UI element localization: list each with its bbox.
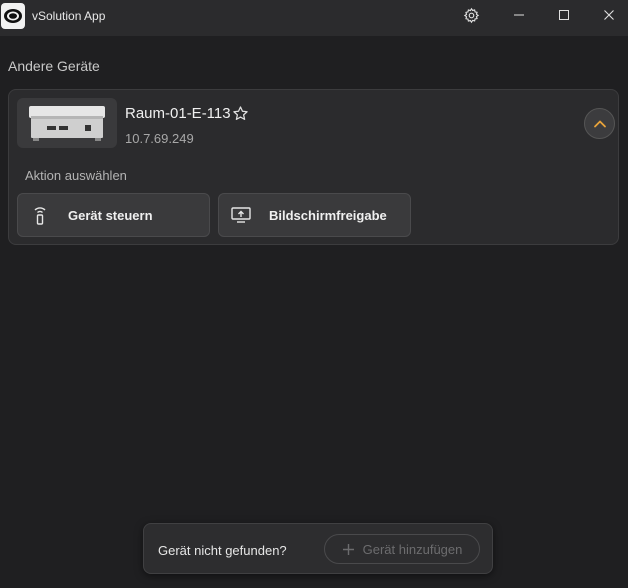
minimize-button[interactable] (497, 0, 541, 30)
gear-icon (463, 7, 479, 23)
star-outline-icon (232, 105, 248, 120)
screen-share-button[interactable]: Bildschirmfreigabe (218, 193, 411, 237)
remote-icon (18, 205, 62, 225)
device-thumbnail (17, 98, 117, 148)
section-title: Andere Geräte (8, 58, 100, 74)
control-device-label: Gerät steuern (68, 207, 153, 223)
collapse-button[interactable] (584, 108, 615, 139)
minimize-icon (514, 14, 524, 16)
add-device-button[interactable]: Gerät hinzufügen (324, 534, 480, 564)
device-not-found-toast: Gerät nicht gefunden? Gerät hinzufügen (143, 523, 493, 574)
maximize-button[interactable] (542, 0, 586, 30)
action-label: Aktion auswählen (25, 168, 127, 183)
app-logo (1, 3, 25, 29)
screen-share-icon (219, 206, 263, 224)
screen-share-label: Bildschirmfreigabe (269, 207, 387, 223)
close-icon (604, 10, 614, 20)
close-button[interactable] (587, 0, 628, 30)
settings-button[interactable] (449, 0, 493, 30)
device-name: Raum-01-E-113 (125, 105, 231, 122)
control-device-button[interactable]: Gerät steuern (17, 193, 210, 237)
favorite-button[interactable] (230, 103, 250, 123)
chevron-up-icon (593, 120, 606, 127)
app-title: vSolution App (32, 9, 106, 23)
plus-icon (342, 543, 354, 555)
device-card: Raum-01-E-113 10.7.69.249 Aktion auswähl… (8, 89, 619, 245)
add-device-label: Gerät hinzufügen (362, 541, 463, 557)
toast-message: Gerät nicht gefunden? (158, 543, 287, 558)
device-ip: 10.7.69.249 (125, 131, 194, 146)
title-bar: vSolution App (0, 0, 628, 36)
maximize-icon (559, 10, 569, 20)
